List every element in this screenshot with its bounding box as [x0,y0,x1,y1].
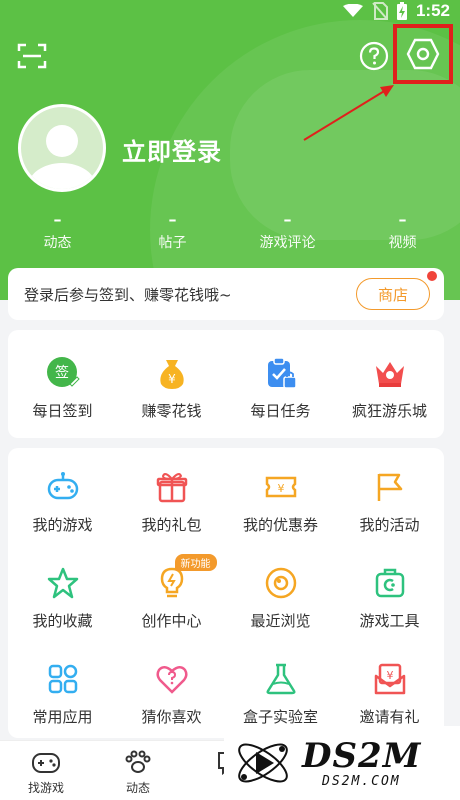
apps-grid-icon [46,662,80,696]
stat-posts[interactable]: – 帖子 [115,210,230,252]
stat-label: 游戏评论 [259,235,316,251]
svg-text:¥: ¥ [168,372,176,386]
flag-icon [373,470,407,504]
tab-label: 动态 [125,781,150,795]
stat-dynamics[interactable]: – 动态 [0,210,115,252]
gift-icon [155,470,189,504]
feature-label: 游戏工具 [359,612,420,630]
feature-my-coupons[interactable]: ¥ 我的优惠券 [226,448,335,544]
feature-label: 我的活动 [359,516,420,534]
status-time: 1:52 [415,1,450,20]
feature-my-activities[interactable]: 我的活动 [335,448,444,544]
stat-videos[interactable]: – 视频 [345,210,460,252]
feature-label: 盒子实验室 [242,708,318,726]
feature-label: 我的优惠券 [242,516,318,534]
quick-action-label: 每日签到 [32,402,93,420]
toolbox-icon [373,566,407,600]
battery-charging-icon [396,2,407,20]
star-icon [46,566,80,600]
watermark-title: DS2M [302,735,422,776]
svg-text:签: 签 [55,364,69,381]
quick-actions-card: 签 每日签到 ¥ 赚零花钱 每日任务 疯狂游乐城 [8,330,444,438]
scan-icon [17,43,47,69]
crown-icon [373,356,407,390]
feature-label: 最近浏览 [250,612,311,630]
quick-action-label: 赚零花钱 [141,402,202,420]
settings-hexagon-icon [406,38,440,70]
checkin-icon: 签 [46,356,80,390]
tab-label: 找游戏 [27,781,64,795]
gamepad-tab-icon [32,753,60,773]
flask-icon [264,662,298,696]
feature-creator-center[interactable]: 新功能 创作中心 [117,544,226,640]
watermark-url: DS2M.COM [322,773,401,789]
settings-button[interactable] [393,24,453,84]
watermark-logo: DS2M DS2M.COM [224,726,460,800]
coupon-icon: ¥ [264,470,298,504]
svg-text:¥: ¥ [386,669,393,682]
tab-find-games[interactable]: 找游戏 [0,741,92,800]
feature-label: 猜你喜欢 [141,708,202,726]
feature-common-apps[interactable]: 常用应用 [8,640,117,736]
shop-button[interactable]: 商店 [356,271,437,310]
bulb-icon: 新功能 [155,554,217,600]
invite-envelope-icon: ¥ [373,662,407,696]
stat-value: – [283,210,292,229]
avatar[interactable] [18,104,106,192]
feature-label: 我的收藏 [32,612,93,630]
feature-game-tools[interactable]: 游戏工具 [335,544,444,640]
stat-label: 视频 [388,235,417,251]
help-button[interactable] [356,38,392,74]
quick-action-checkin[interactable]: 签 每日签到 [8,330,117,421]
stat-value: – [53,210,62,229]
stat-value: – [168,210,177,229]
no-sim-icon [372,2,388,20]
feature-my-games[interactable]: 我的游戏 [8,448,117,544]
svg-text:¥: ¥ [277,482,284,495]
status-bar: 1:52 [342,0,450,22]
profile-stats: – 动态 – 帖子 – 游戏评论 – 视频 [0,210,460,252]
feature-my-favorites[interactable]: 我的收藏 [8,544,117,640]
feature-guess-you-like[interactable]: 猜你喜欢 [117,640,226,736]
feature-invite-rewards[interactable]: ¥ 邀请有礼 [335,640,444,736]
heart-question-icon [155,662,189,696]
stat-label: 动态 [43,235,72,251]
login-promo-banner[interactable]: 登录后参与签到、赚零花钱哦~ 商店 [8,268,444,320]
feature-label: 创作中心 [141,612,202,630]
stat-label: 帖子 [158,235,187,251]
atom-logo-icon [238,743,288,783]
feature-my-gifts[interactable]: 我的礼包 [117,448,226,544]
scan-button[interactable] [14,38,50,74]
shop-label: 商店 [377,285,408,304]
stat-game-reviews[interactable]: – 游戏评论 [230,210,345,252]
feature-label: 常用应用 [32,708,93,726]
feature-label: 我的礼包 [141,516,202,534]
feature-box-lab[interactable]: 盒子实验室 [226,640,335,736]
gamepad-icon [46,470,80,504]
quick-action-label: 每日任务 [250,402,311,420]
eye-icon [264,566,298,600]
features-card: 我的游戏 我的礼包 ¥ 我的优惠券 我的活动 我的收藏 新功能 创作中心 最近浏… [8,448,444,738]
quick-action-label: 疯狂游乐城 [351,402,427,420]
tab-dynamics[interactable]: 动态 [92,741,184,800]
help-icon [359,41,389,71]
feature-label: 邀请有礼 [359,708,420,726]
money-bag-icon: ¥ [155,356,189,390]
task-clipboard-icon [264,356,298,390]
paw-tab-icon [125,750,151,773]
quick-action-crazy-park[interactable]: 疯狂游乐城 [335,330,444,421]
wifi-icon [342,4,363,17]
quick-action-daily-task[interactable]: 每日任务 [226,330,335,421]
new-feature-badge: 新功能 [174,554,217,571]
feature-recent-views[interactable]: 最近浏览 [226,544,335,640]
login-button[interactable]: 立即登录 [122,132,222,167]
notification-dot [427,271,437,281]
quick-action-earn-money[interactable]: ¥ 赚零花钱 [117,330,226,421]
feature-label: 我的游戏 [32,516,93,534]
promo-text: 登录后参与签到、赚零花钱哦~ [24,285,232,304]
stat-value: – [398,210,407,229]
